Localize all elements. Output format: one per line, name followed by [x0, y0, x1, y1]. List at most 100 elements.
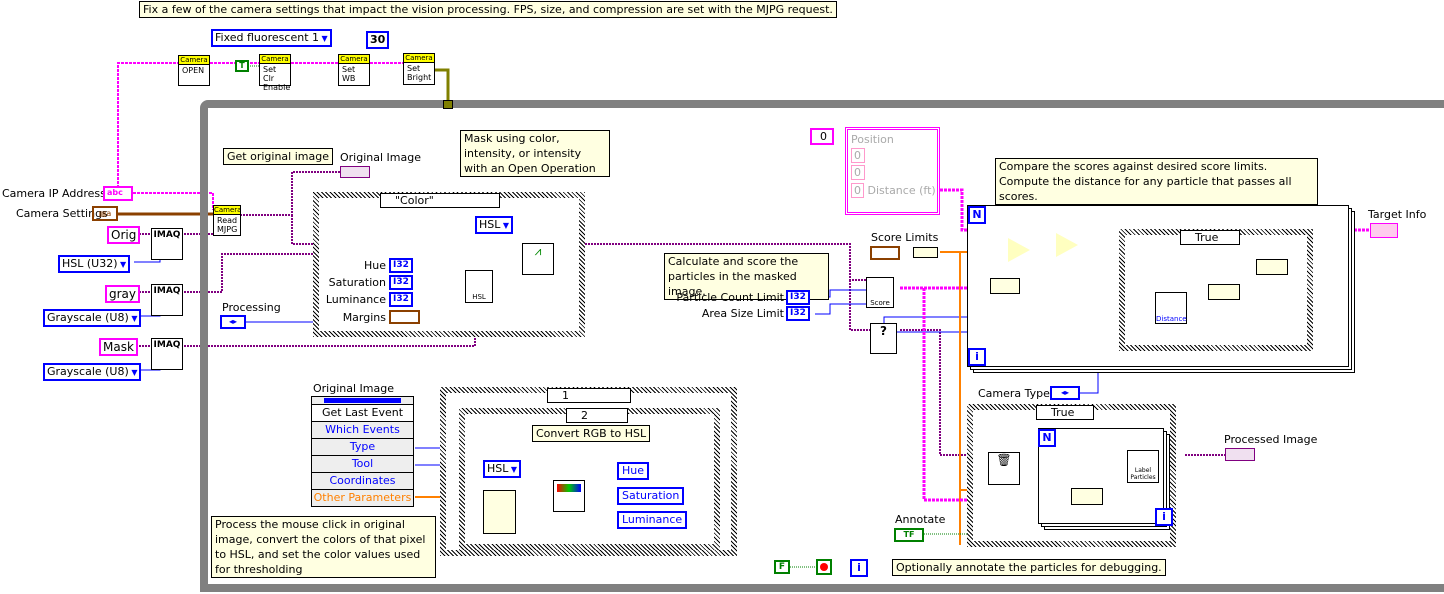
gray-image-name[interactable]: gray	[105, 285, 141, 303]
area-size-limit-control[interactable]: I32	[786, 306, 810, 321]
score-limits-control[interactable]	[870, 246, 900, 260]
camera-ip-control[interactable]: abc	[103, 186, 133, 201]
case-selector-event[interactable]: 1	[547, 388, 631, 403]
to-double-node[interactable]	[1208, 284, 1240, 300]
imaq-create-mask[interactable]: IMAQ	[151, 338, 183, 370]
mask-image-type[interactable]: Grayscale (U8)	[43, 363, 142, 381]
margins-control[interactable]	[389, 310, 420, 324]
target-info-indicator[interactable]	[1370, 223, 1398, 238]
loop-count-terminal: N	[968, 206, 986, 224]
luminance-label: Luminance	[325, 293, 386, 306]
luminance-property-node[interactable]: Luminance	[617, 511, 688, 529]
position-index[interactable]: 0	[810, 128, 834, 145]
camera-ip-label: Camera IP Address	[2, 187, 106, 200]
distance-node[interactable]: Distance	[1155, 292, 1187, 324]
processing-control[interactable]: ◂▸	[220, 315, 246, 329]
case-selector-score[interactable]: True	[1180, 230, 1240, 245]
camera-type-control[interactable]: ◂▸	[1050, 386, 1080, 400]
particle-measure-node[interactable]: ?	[870, 323, 897, 354]
and-array-node[interactable]	[1056, 233, 1078, 257]
unbundle-node[interactable]	[913, 247, 938, 258]
rgb-to-hsl-node[interactable]	[553, 480, 585, 512]
event-row-tool[interactable]: Tool	[311, 456, 414, 473]
node-header: Camera	[339, 55, 369, 64]
orig-image-type[interactable]: HSL (U32)	[58, 255, 131, 273]
false-constant[interactable]: F	[774, 560, 790, 574]
imaq-label: IMAQ	[153, 230, 181, 240]
true-constant[interactable]: T	[235, 60, 249, 72]
hue-control[interactable]: I32	[389, 258, 413, 273]
position-label: Position	[851, 133, 894, 146]
event-source-label: Original Image	[313, 382, 394, 395]
camera-set-clr-enable-node[interactable]: Camera Set Clr Enable	[259, 54, 291, 92]
camera-read-mjpg-node[interactable]: Camera Read MJPG	[213, 205, 241, 236]
node-body: OPEN	[182, 66, 205, 75]
brightness-constant[interactable]: 30	[366, 31, 390, 49]
imaq-create-gray[interactable]: IMAQ	[151, 284, 183, 316]
loop-iteration-terminal: i	[1155, 508, 1173, 526]
refnum-wire	[435, 68, 450, 102]
comment-convert: Convert RGB to HSL	[532, 425, 651, 442]
node-header: Camera	[404, 54, 434, 63]
unbundle-color-node[interactable]	[483, 490, 516, 534]
convert-mode-enum[interactable]: HSL	[483, 460, 522, 478]
score-limits-label: Score Limits	[871, 231, 939, 244]
hue-property-node[interactable]: Hue	[617, 462, 650, 480]
mask-mode-enum[interactable]: HSL	[475, 216, 514, 234]
position-x: 0	[851, 148, 865, 163]
camera-settings-control[interactable]: ▤a	[92, 206, 118, 221]
overlay-clear-node[interactable]: 🗑	[988, 452, 1020, 485]
camera-set-wb-node[interactable]: Camera Set WB	[338, 54, 370, 86]
case-selector-color[interactable]: "Color"	[380, 193, 500, 208]
hue-label: Hue	[363, 259, 386, 272]
imaq-label: IMAQ	[153, 286, 181, 296]
luminance-control[interactable]: I32	[389, 292, 413, 307]
node-header: Camera	[179, 56, 209, 65]
case-selector-annotate[interactable]: True	[1036, 405, 1094, 420]
distance-label: Distance (ft)	[867, 184, 936, 197]
imaq-create-orig[interactable]: IMAQ	[151, 228, 183, 260]
comment-get-image: Get original image	[223, 148, 333, 165]
stop-terminal	[816, 559, 832, 575]
processed-image-indicator[interactable]	[1225, 448, 1255, 461]
saturation-property-node[interactable]: Saturation	[617, 487, 685, 505]
event-node-header	[311, 396, 414, 405]
position-cluster: Position 0 0 0 Distance (ft)	[845, 127, 940, 215]
saturation-control[interactable]: I32	[389, 275, 413, 290]
stop-icon	[820, 563, 828, 571]
distance-value: 0	[851, 183, 864, 198]
event-row-get-last-event[interactable]: Get Last Event	[311, 405, 414, 422]
gray-image-type[interactable]: Grayscale (U8)	[43, 309, 142, 327]
white-balance-enum[interactable]: Fixed fluorescent 1	[211, 29, 332, 47]
camera-open-node[interactable]: Camera OPEN	[178, 55, 210, 86]
while-iteration-terminal: i	[850, 559, 868, 577]
original-image-indicator[interactable]	[340, 166, 370, 178]
hsl-range-node[interactable]: HSL	[465, 270, 493, 303]
greater-equal-node[interactable]	[1008, 238, 1030, 262]
camera-type-label: Camera Type	[978, 387, 1050, 400]
bundle-node[interactable]	[1256, 259, 1288, 275]
score-node[interactable]: Score	[866, 277, 894, 308]
comment-process: Process the mouse click in original imag…	[211, 516, 436, 578]
camera-set-bright-node[interactable]: Camera Set Bright	[403, 53, 435, 85]
event-row-type[interactable]: Type	[311, 439, 414, 456]
case-selector-inner[interactable]: 2	[566, 408, 628, 423]
color-threshold-node[interactable]: ⩘	[522, 243, 554, 275]
label-particles-node[interactable]: Label Particles	[1127, 450, 1159, 483]
node-body: Set Bright	[407, 64, 432, 82]
event-source-bar	[324, 398, 401, 403]
orig-image-name[interactable]: Orig	[107, 226, 141, 244]
event-row-which-events[interactable]: Which Events	[311, 422, 414, 439]
mask-image-name[interactable]: Mask	[99, 338, 138, 356]
event-row-coordinates[interactable]: Coordinates	[311, 473, 414, 490]
particle-count-limit-control[interactable]: I32	[786, 290, 810, 305]
index-array-node[interactable]	[1071, 488, 1103, 505]
imaq-label: IMAQ	[153, 340, 181, 350]
annotate-control[interactable]: TF	[894, 528, 924, 542]
original-image-label: Original Image	[340, 151, 421, 164]
score-node-label: Score	[870, 299, 890, 307]
node-body: Set Clr Enable	[263, 65, 291, 92]
index-array-node[interactable]	[990, 278, 1020, 294]
comment-mask: Mask using color, intensity, or intensit…	[460, 130, 610, 177]
event-row-other-parameters[interactable]: Other Parameters	[311, 490, 414, 507]
